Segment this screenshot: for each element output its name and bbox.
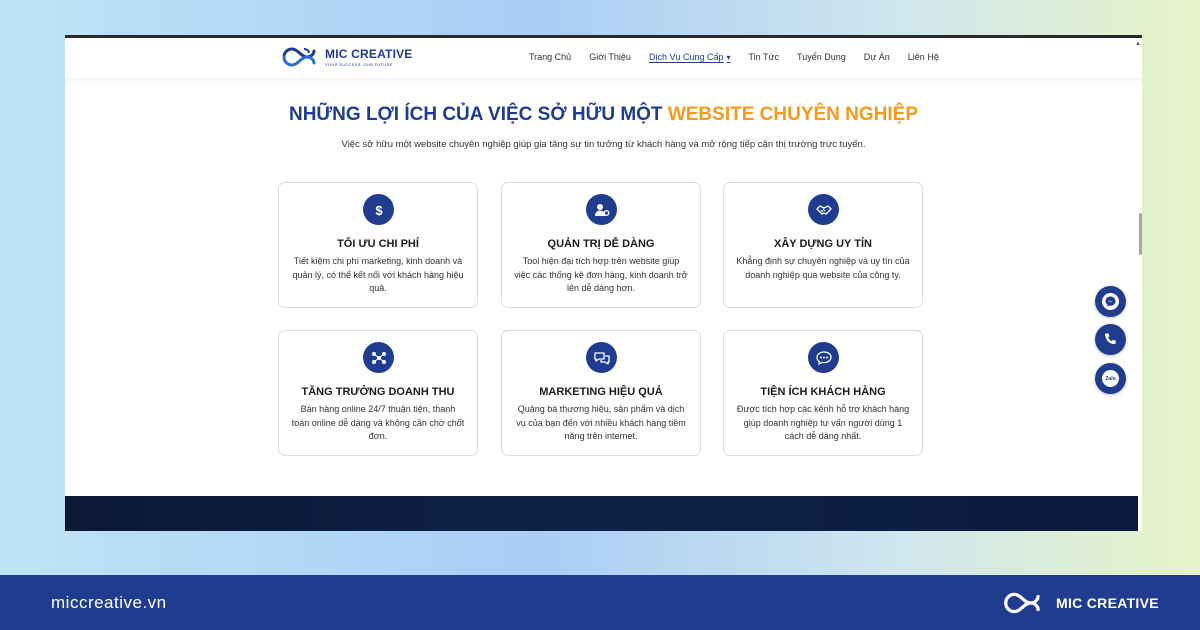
benefit-title: TỐI ƯU CHI PHÍ: [337, 238, 419, 250]
site-logo[interactable]: MIC CREATIVE YOUR SUCCESS, OUR FUTURE: [278, 44, 413, 70]
benefit-card: TIỆN ÍCH KHÁCH HÀNG Được tích hợp các kê…: [723, 330, 923, 456]
section-title-main: NHỮNG LỢI ÍCH CỦA VIỆC SỞ HỮU MỘT: [288, 104, 663, 125]
benefit-description: Tool hiện đại tích hợp trên website giúp…: [514, 256, 688, 293]
nav-item-lien-he[interactable]: Liên Hệ: [908, 52, 939, 62]
benefit-card: MARKETING HIỆU QUẢ Quảng bá thương hiệu,…: [501, 330, 701, 456]
zalo-icon: Zalo: [1102, 370, 1119, 387]
nav-item-tuyen-dung[interactable]: Tuyển Dụng: [797, 52, 846, 62]
phone-icon: [1102, 331, 1119, 348]
benefit-title: QUẢN TRỊ DỄ DÀNG: [547, 238, 655, 250]
zalo-button[interactable]: Zalo: [1095, 363, 1126, 394]
chevron-down-icon: ▾: [726, 53, 731, 62]
benefit-card: XÂY DỰNG UY TÍN Khẳng định sự chuyên ngh…: [723, 182, 923, 308]
section-subtitle: Việc sở hữu một website chuyên nghiệp gi…: [341, 139, 866, 150]
benefit-title: TĂNG TRƯỞNG DOANH THU: [301, 386, 455, 398]
handshake-icon: [808, 194, 839, 225]
benefit-title: XÂY DỰNG UY TÍN: [774, 238, 872, 250]
benefit-description: Được tích hợp các kênh hỗ trợ khách hàng…: [736, 404, 910, 441]
website-screenshot: MIC CREATIVE YOUR SUCCESS, OUR FUTURE Tr…: [65, 35, 1142, 531]
infinity-logo-icon: [1004, 592, 1040, 614]
messenger-button[interactable]: [1095, 286, 1126, 317]
benefit-description: Khẳng định sự chuyên nghiệp và uy tín củ…: [736, 256, 910, 280]
dark-section-band: [65, 496, 1138, 531]
footer-logo: MIC CREATIVE: [999, 589, 1159, 617]
nav-item-du-an[interactable]: Dự Án: [864, 52, 890, 62]
benefit-title: MARKETING HIỆU QUẢ: [539, 386, 663, 398]
dollar-icon: $: [363, 194, 394, 225]
nav-item-tin-tuc[interactable]: Tin Tức: [749, 52, 780, 62]
footer-bar: miccreative.vn MIC CREATIVE: [0, 575, 1200, 630]
messenger-icon: [1102, 293, 1119, 310]
zalo-label: Zalo: [1105, 375, 1116, 382]
footer-site-url: miccreative.vn: [51, 593, 167, 612]
nav-item-gioi-thieu[interactable]: Giới Thiệu: [589, 52, 631, 62]
growth-network-icon: [363, 342, 394, 373]
user-settings-icon: [586, 194, 617, 225]
scroll-up-arrow-icon[interactable]: ▲: [1135, 41, 1141, 47]
section-title: NHỮNG LỢI ÍCH CỦA VIỆC SỞ HỮU MỘT WEBSIT…: [65, 104, 1142, 126]
section-title-highlight: WEBSITE CHUYÊN NGHIỆP: [667, 104, 919, 125]
benefit-card: TĂNG TRƯỞNG DOANH THU Bán hàng online 24…: [278, 330, 478, 456]
svg-text:$: $: [375, 203, 383, 217]
benefit-description: Quảng bá thương hiệu, sản phẩm và dịch v…: [516, 404, 686, 441]
scroll-thumb[interactable]: [1139, 213, 1142, 255]
benefit-title: TIỆN ÍCH KHÁCH HÀNG: [760, 386, 886, 398]
logo-tagline: YOUR SUCCESS, OUR FUTURE: [325, 62, 393, 67]
nav-item-trang-chu[interactable]: Trang Chủ: [529, 52, 571, 62]
main-nav: Trang Chủ Giới Thiệu Dịch Vụ Cung Cấp ▾ T…: [529, 52, 957, 62]
phone-button[interactable]: [1095, 324, 1126, 355]
infinity-logo-icon: [282, 47, 316, 67]
benefit-card: QUẢN TRỊ DỄ DÀNG Tool hiện đại tích hợp …: [501, 182, 701, 308]
benefit-card: $ TỐI ƯU CHI PHÍ Tiết kiệm chi phí marke…: [278, 182, 478, 308]
benefit-description: Bán hàng online 24/7 thuận tiện, thanh t…: [291, 404, 465, 441]
chat-bubbles-icon: [586, 342, 617, 373]
footer-brand: MIC CREATIVE: [1056, 595, 1159, 611]
comment-dots-icon: [808, 342, 839, 373]
nav-item-dich-vu-label: Dịch Vụ Cung Cấp: [648, 52, 724, 62]
logo-name: MIC CREATIVE: [325, 47, 413, 61]
benefit-description: Tiết kiệm chi phí marketing, kinh doanh …: [292, 256, 464, 293]
site-header: MIC CREATIVE YOUR SUCCESS, OUR FUTURE Tr…: [65, 38, 1142, 78]
nav-item-dich-vu[interactable]: Dịch Vụ Cung Cấp ▾: [649, 52, 731, 62]
